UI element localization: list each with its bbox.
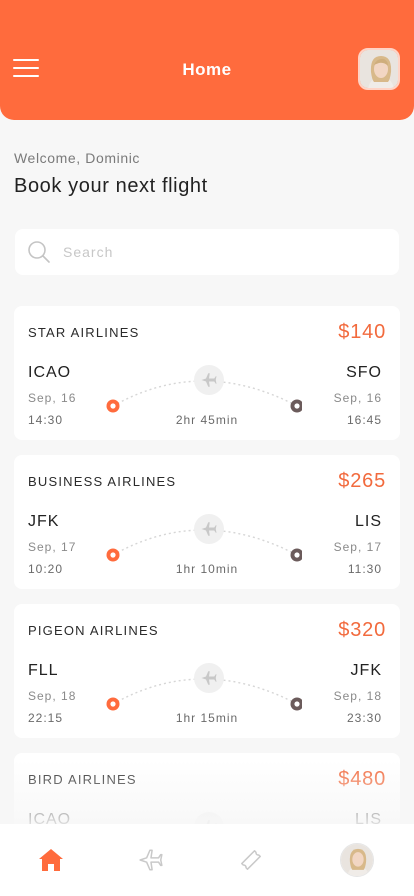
search-bar[interactable]	[15, 229, 399, 275]
flight-card[interactable]: STAR AIRLINES $140 ICAO SFO Sep, 16 Sep, 16 14…	[14, 306, 400, 440]
arrival-date: Sep, 17	[333, 540, 382, 554]
departure-date: Sep, 16	[28, 391, 77, 405]
search-icon	[28, 241, 50, 263]
app-header: Home	[0, 0, 414, 120]
flight-route	[106, 663, 302, 711]
tab-flights[interactable]	[121, 824, 181, 896]
tab-profile[interactable]	[327, 824, 387, 896]
home-icon	[39, 849, 63, 871]
airplane-icon	[139, 849, 163, 871]
tab-home[interactable]	[21, 824, 81, 896]
ticket-icon	[241, 850, 261, 870]
origin-code: ICAO	[28, 364, 72, 381]
flight-card[interactable]: BUSINESS AIRLINES $265 JFK LIS Sep, 17 Sep, 1…	[14, 455, 400, 589]
destination-code: JFK	[350, 662, 382, 679]
search-input[interactable]	[63, 229, 383, 275]
departure-date: Sep, 17	[28, 540, 77, 554]
scroll-fade	[0, 760, 414, 826]
flight-price: $320	[338, 619, 386, 641]
airline-name: STAR AIRLINES	[28, 325, 140, 340]
flight-card[interactable]: PIGEON AIRLINES $320 FLL JFK Sep, 18 Sep, 18 2…	[14, 604, 400, 738]
airline-name: BUSINESS AIRLINES	[28, 474, 177, 489]
welcome-text: Welcome, Dominic	[14, 150, 141, 166]
departure-date: Sep, 18	[28, 689, 77, 703]
user-avatar[interactable]	[358, 48, 400, 90]
arrival-date: Sep, 16	[333, 391, 382, 405]
origin-code: FLL	[28, 662, 59, 679]
headline: Book your next flight	[14, 175, 208, 197]
flight-price: $140	[338, 321, 386, 343]
destination-code: SFO	[346, 364, 382, 381]
page-title: Home	[182, 60, 232, 79]
bottom-tab-bar	[0, 824, 414, 896]
airline-name: PIGEON AIRLINES	[28, 623, 159, 638]
flight-route	[106, 514, 302, 562]
arrival-date: Sep, 18	[333, 689, 382, 703]
flight-route	[106, 365, 302, 413]
origin-code: JFK	[28, 513, 60, 530]
tab-tickets[interactable]	[221, 824, 281, 896]
flight-price: $265	[338, 470, 386, 492]
destination-code: LIS	[354, 513, 382, 530]
profile-avatar	[340, 843, 374, 877]
